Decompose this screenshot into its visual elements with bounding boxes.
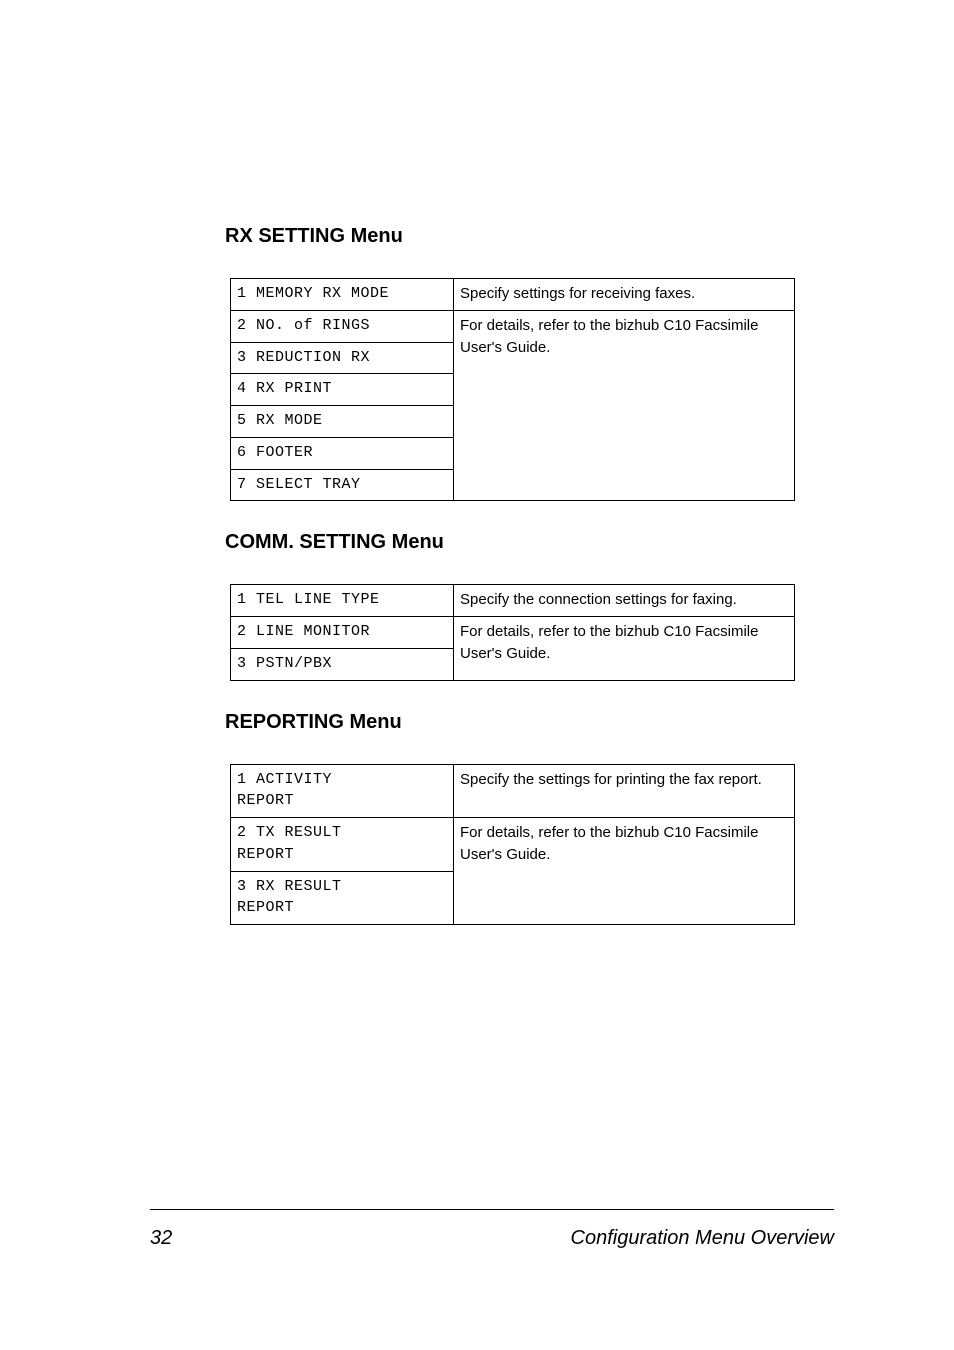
reporting-heading: REPORTING Menu <box>225 711 834 734</box>
menu-item: 2 LINE MONITOR <box>231 617 454 649</box>
comm-setting-heading: COMM. SETTING Menu <box>225 531 834 554</box>
menu-description: For details, refer to the bizhub C10 Fac… <box>454 310 795 501</box>
menu-item: 3 REDUCTION RX <box>231 342 454 374</box>
menu-item: 5 RX MODE <box>231 406 454 438</box>
table-row: 2 NO. of RINGS For details, refer to the… <box>231 310 795 342</box>
menu-item: 4 RX PRINT <box>231 374 454 406</box>
table-row: 1 ACTIVITY REPORT Specify the settings f… <box>231 764 795 818</box>
menu-description: Specify the settings for printing the fa… <box>454 764 795 818</box>
menu-description: Specify settings for receiving faxes. <box>454 279 795 311</box>
menu-item: 1 ACTIVITY REPORT <box>231 764 454 818</box>
page: RX SETTING Menu 1 MEMORY RX MODE Specify… <box>0 0 954 1350</box>
page-footer: 32 Configuration Menu Overview <box>150 1227 834 1250</box>
menu-item: 2 TX RESULT REPORT <box>231 818 454 872</box>
menu-description: For details, refer to the bizhub C10 Fac… <box>454 818 795 925</box>
menu-item: 6 FOOTER <box>231 437 454 469</box>
table-row: 2 TX RESULT REPORT For details, refer to… <box>231 818 795 872</box>
menu-description: Specify the connection settings for faxi… <box>454 585 795 617</box>
rx-setting-heading: RX SETTING Menu <box>225 225 834 248</box>
menu-description: For details, refer to the bizhub C10 Fac… <box>454 617 795 681</box>
footer-title: Configuration Menu Overview <box>571 1227 834 1250</box>
menu-item: 3 RX RESULT REPORT <box>231 871 454 925</box>
menu-item: 1 TEL LINE TYPE <box>231 585 454 617</box>
rx-setting-table: 1 MEMORY RX MODE Specify settings for re… <box>230 278 795 501</box>
footer-rule <box>150 1209 834 1210</box>
menu-item: 2 NO. of RINGS <box>231 310 454 342</box>
page-number: 32 <box>150 1227 172 1250</box>
table-row: 1 MEMORY RX MODE Specify settings for re… <box>231 279 795 311</box>
table-row: 2 LINE MONITOR For details, refer to the… <box>231 617 795 649</box>
menu-item: 3 PSTN/PBX <box>231 648 454 680</box>
table-row: 1 TEL LINE TYPE Specify the connection s… <box>231 585 795 617</box>
reporting-table: 1 ACTIVITY REPORT Specify the settings f… <box>230 764 795 926</box>
menu-item: 1 MEMORY RX MODE <box>231 279 454 311</box>
desc-line: Specify the settings for printing the fa… <box>460 771 762 788</box>
menu-item: 7 SELECT TRAY <box>231 469 454 501</box>
comm-setting-table: 1 TEL LINE TYPE Specify the connection s… <box>230 584 795 680</box>
